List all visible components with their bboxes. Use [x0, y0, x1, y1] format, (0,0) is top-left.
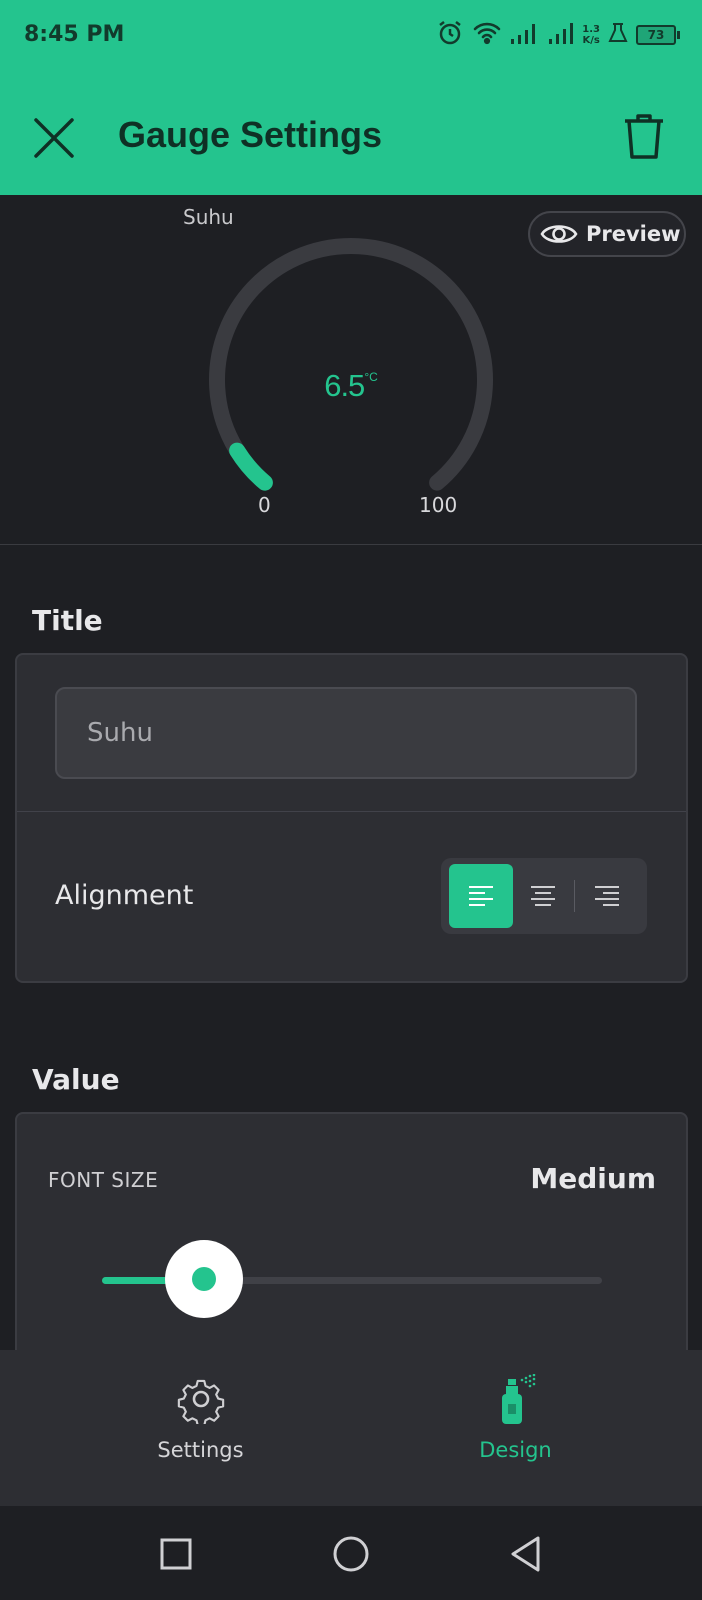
delete-button[interactable] [616, 106, 672, 166]
slider-thumb-dot [192, 1267, 216, 1291]
preview-label: Preview [586, 222, 681, 246]
gauge-value-number: 6.5 [324, 368, 365, 403]
net-speed: 1.3 K/s [582, 24, 600, 46]
status-time: 8:45 PM [24, 22, 125, 47]
page-title: Gauge Settings [118, 114, 383, 155]
gauge-arc [209, 238, 493, 491]
divider [17, 811, 686, 812]
flask-icon [608, 22, 628, 48]
gauge-fill [229, 442, 273, 491]
signal-icon [548, 21, 574, 49]
bottom-nav: Settings Design [0, 1350, 702, 1506]
preview-button[interactable]: Preview [528, 211, 686, 257]
system-nav-bar [0, 1506, 702, 1600]
close-button[interactable] [28, 112, 80, 164]
align-left-button[interactable] [449, 864, 513, 928]
recents-button[interactable] [150, 1528, 202, 1580]
gear-icon [177, 1379, 224, 1424]
alignment-selector [441, 858, 647, 934]
title-input[interactable]: Suhu [55, 687, 637, 779]
alignment-label: Alignment [55, 880, 194, 911]
wifi-icon [472, 20, 502, 50]
status-bar: 8:45 PM 1.3 K/s 73 [0, 0, 702, 72]
align-center-icon [531, 886, 555, 906]
alarm-icon [436, 19, 464, 51]
gauge-value: 6.5°C [0, 368, 702, 404]
title-section-heading: Title [32, 604, 103, 637]
align-right-button[interactable] [575, 864, 639, 928]
value-card: FONT SIZE Medium [15, 1112, 688, 1372]
align-left-icon [469, 886, 493, 906]
font-size-label: FONT SIZE [48, 1168, 159, 1192]
back-icon [511, 1536, 540, 1572]
gauge-value-unit: °C [364, 370, 378, 384]
battery-level: 73 [636, 25, 676, 45]
nav-design[interactable]: Design [340, 1350, 691, 1506]
back-button[interactable] [500, 1528, 552, 1580]
nav-settings[interactable]: Settings [25, 1350, 376, 1506]
gauge-preview: Suhu Preview 6.5°C 0 100 [0, 195, 702, 545]
home-icon [333, 1536, 369, 1572]
recents-icon [160, 1538, 192, 1570]
font-size-value: Medium [530, 1162, 656, 1195]
nav-settings-label: Settings [157, 1438, 244, 1462]
eye-icon [540, 225, 578, 243]
align-center-button[interactable] [511, 864, 575, 928]
align-right-icon [595, 886, 619, 906]
battery-icon: 73 [636, 25, 680, 45]
gauge-max-label: 100 [419, 493, 458, 517]
gauge-track [209, 238, 493, 491]
nav-design-label: Design [479, 1438, 552, 1462]
title-card: Suhu Alignment [15, 653, 688, 983]
spray-can-icon [501, 1374, 535, 1424]
gauge-title: Suhu [183, 205, 234, 229]
status-icons: 1.3 K/s 73 [436, 20, 680, 50]
slider-thumb[interactable] [165, 1240, 243, 1318]
trash-icon [625, 114, 663, 159]
gauge-min-label: 0 [258, 493, 271, 517]
close-icon [34, 118, 74, 158]
value-section-heading: Value [32, 1063, 120, 1096]
home-button[interactable] [325, 1528, 377, 1580]
app-bar: Gauge Settings [0, 72, 702, 195]
signal-icon [510, 21, 540, 49]
